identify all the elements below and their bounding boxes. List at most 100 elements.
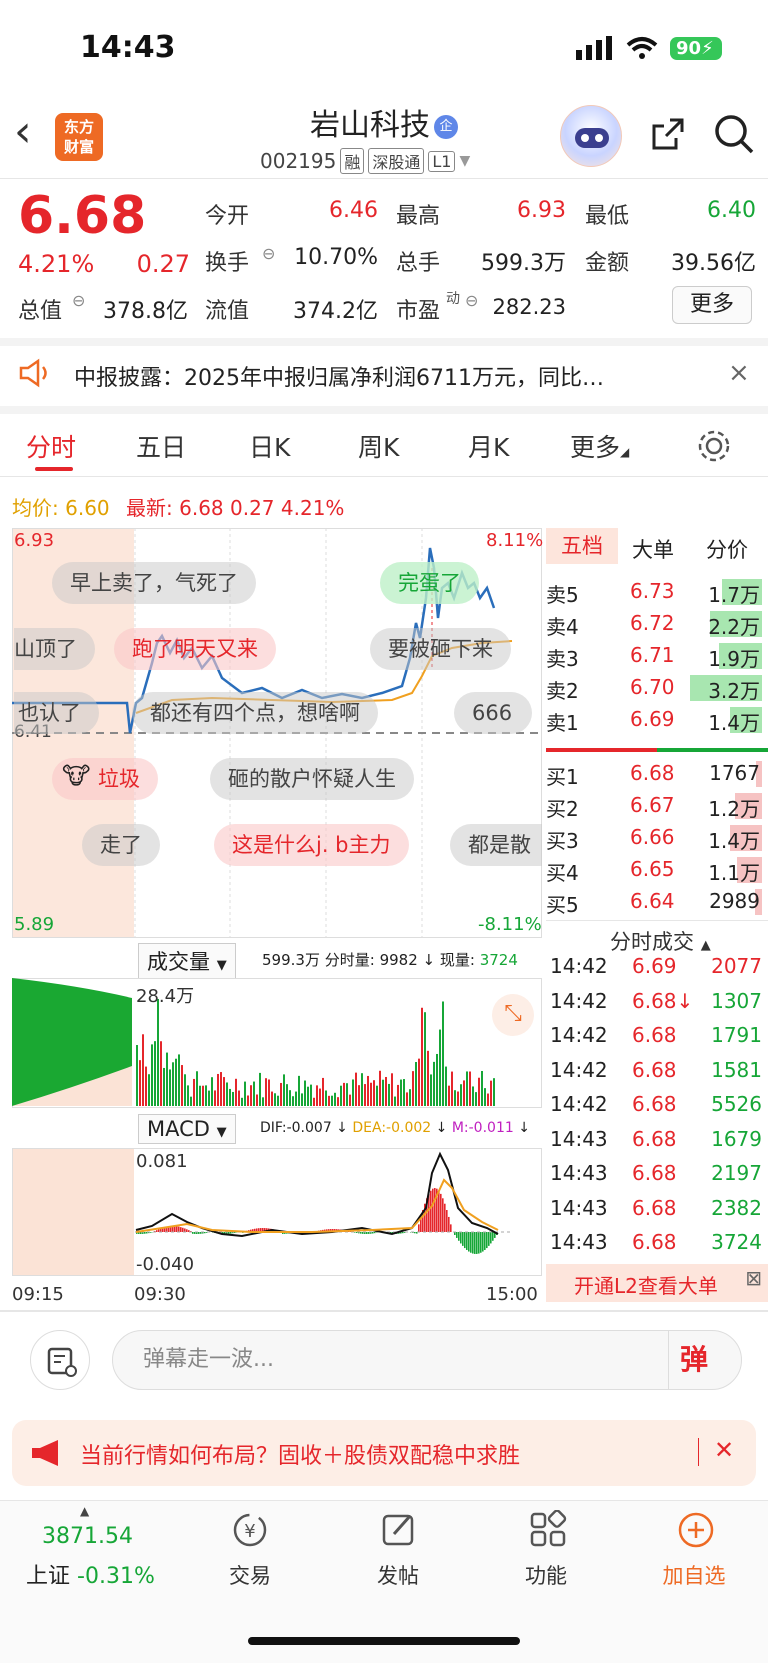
tick-volume: 2077 bbox=[711, 954, 762, 978]
tick-volume: 2382 bbox=[711, 1195, 762, 1220]
nav-add-watchlist[interactable]: 加自选 bbox=[644, 1560, 744, 1590]
danmu-input[interactable]: 弹幕走一波... bbox=[112, 1330, 742, 1390]
danmu-settings-icon[interactable] bbox=[30, 1330, 90, 1390]
stock-subtitle[interactable]: 002195 融 深股通 L1 ▼ bbox=[260, 148, 470, 174]
volume-bar bbox=[391, 1073, 393, 1106]
volume-bar bbox=[412, 1071, 414, 1106]
volume-bar bbox=[433, 1061, 435, 1106]
latest-pct: 4.21% bbox=[280, 496, 345, 520]
danmu-bubble[interactable]: 砸的散户怀疑人生 bbox=[210, 758, 414, 800]
danmu-bubble[interactable]: 山顶了 bbox=[14, 628, 95, 670]
tag-level: L1 bbox=[428, 150, 456, 172]
danmu-bubble[interactable]: 都还有四个点，想啥啊 bbox=[132, 692, 378, 734]
danmu-bubble[interactable]: 666 bbox=[454, 692, 532, 734]
nav-post[interactable]: 发帖 bbox=[348, 1560, 448, 1590]
volume-bar bbox=[367, 1075, 369, 1106]
expand-icon[interactable]: ⤡ bbox=[492, 994, 534, 1036]
indicator-select-macd[interactable]: MACD ▼ bbox=[138, 1114, 236, 1144]
volume-bar bbox=[280, 1082, 282, 1106]
level-label: 卖4 bbox=[546, 615, 579, 639]
notice-text[interactable]: 中报披露：2025年中报归属净利润6711万元，同比… bbox=[74, 360, 604, 392]
info-icon[interactable]: ⊖ bbox=[465, 291, 478, 310]
divider bbox=[0, 1310, 768, 1312]
close-icon[interactable]: ✕ bbox=[714, 1436, 734, 1464]
volume-bar bbox=[382, 1079, 384, 1106]
volume-bar bbox=[136, 1045, 138, 1106]
more-button[interactable]: 更多 bbox=[672, 286, 752, 324]
volume-bar bbox=[478, 1077, 480, 1106]
label-amount: 金额 bbox=[585, 251, 630, 276]
chevron-up-icon[interactable]: ▲ bbox=[80, 1504, 89, 1518]
speaker-icon bbox=[19, 358, 47, 388]
close-icon[interactable]: ⊠ bbox=[745, 1266, 762, 1290]
danmu-bubble[interactable]: 走了 bbox=[82, 824, 160, 866]
volume-bar bbox=[241, 1097, 243, 1106]
danmu-bubble[interactable]: 都是散 bbox=[450, 824, 542, 866]
ticks-title[interactable]: 分时成交 ▲ bbox=[610, 926, 711, 956]
add-watchlist-icon[interactable] bbox=[674, 1510, 718, 1550]
tag-connect: 深股通 bbox=[368, 148, 425, 174]
danmu-bubble[interactable]: 要被砸下来 bbox=[370, 628, 511, 670]
post-icon[interactable] bbox=[378, 1510, 422, 1550]
value-total-cap: 378.8亿 bbox=[103, 299, 188, 324]
tab-big-orders[interactable]: 大单 bbox=[632, 534, 674, 564]
l2-banner[interactable]: 开通L2查看大单 ⊠ bbox=[546, 1264, 768, 1302]
macd-bar bbox=[484, 1232, 486, 1250]
volume-bar bbox=[340, 1085, 342, 1106]
send-danmu-icon[interactable]: 弹 bbox=[680, 1338, 708, 1378]
tab-price-dist[interactable]: 分价 bbox=[706, 534, 748, 564]
danmu-bubble[interactable]: 早上卖了，气死了 bbox=[52, 562, 256, 604]
info-icon[interactable]: ⊖ bbox=[262, 244, 275, 263]
nav-trade[interactable]: 交易 bbox=[200, 1560, 300, 1590]
danmu-bubble[interactable]: 跑了明天又来 bbox=[114, 628, 276, 670]
share-icon[interactable] bbox=[648, 114, 688, 154]
function-icon[interactable] bbox=[526, 1509, 570, 1550]
index-ticker[interactable]: 上证 -0.31% bbox=[26, 1558, 155, 1590]
volume-bar bbox=[346, 1083, 348, 1106]
tab-five-day[interactable]: 五日 bbox=[136, 428, 186, 464]
tab-weekly-k[interactable]: 周K bbox=[358, 428, 399, 464]
close-icon[interactable]: × bbox=[728, 358, 750, 388]
volume-bar bbox=[352, 1079, 354, 1106]
level-label: 卖1 bbox=[546, 711, 579, 735]
chart-high-price: 6.93 bbox=[14, 530, 55, 551]
volume-bar bbox=[154, 1041, 156, 1106]
index-value[interactable]: 3871.54 bbox=[42, 1524, 133, 1549]
tick-time: 14:42 bbox=[550, 1023, 608, 1047]
robot-avatar-icon[interactable] bbox=[560, 105, 622, 167]
danmu-bubble[interactable]: 也认了 bbox=[14, 692, 99, 734]
danmu-bubble[interactable]: 完蛋了 bbox=[380, 562, 479, 604]
enterprise-badge: 企 bbox=[434, 114, 458, 139]
tick-price: 6.68 bbox=[632, 1195, 677, 1220]
trade-icon[interactable]: ¥ bbox=[228, 1510, 272, 1550]
macd-bar bbox=[450, 1224, 452, 1232]
volume-bar bbox=[436, 1053, 438, 1106]
search-icon[interactable] bbox=[712, 112, 756, 156]
stock-name: 岩山科技 bbox=[310, 108, 430, 143]
tab-daily-k[interactable]: 日K bbox=[249, 428, 290, 464]
danmu-bubble[interactable]: 这是什么j. b主力 bbox=[214, 824, 409, 866]
tab-more[interactable]: 更多◢ bbox=[570, 428, 629, 464]
promo-text[interactable]: 当前行情如何布局？固收＋股债双配稳中求胜 bbox=[80, 1438, 520, 1470]
volume-bar bbox=[139, 1060, 141, 1106]
volume-bar bbox=[175, 1058, 177, 1106]
volume-bar bbox=[235, 1078, 237, 1106]
nav-function[interactable]: 功能 bbox=[496, 1560, 596, 1590]
settings-gear-icon[interactable] bbox=[696, 428, 732, 464]
indicator-select-volume[interactable]: 成交量 ▼ bbox=[138, 943, 236, 979]
tab-five-levels[interactable]: 五档 bbox=[546, 528, 618, 564]
tick-time: 14:42 bbox=[550, 988, 608, 1013]
macd-bar bbox=[440, 1193, 442, 1232]
volume-bar bbox=[439, 1029, 441, 1106]
macd-bar bbox=[360, 1232, 362, 1234]
volume-bar bbox=[430, 1074, 432, 1106]
chevron-down-icon[interactable]: ▼ bbox=[459, 153, 470, 169]
ox-avatar-icon: 🐮 bbox=[62, 762, 91, 790]
info-icon[interactable]: ⊖ bbox=[72, 291, 85, 310]
tab-monthly-k[interactable]: 月K bbox=[468, 428, 509, 464]
volume-bar bbox=[172, 1062, 174, 1106]
tab-intraday[interactable]: 分时 bbox=[26, 428, 76, 464]
level-price: 6.69 bbox=[630, 707, 675, 731]
volume-bar bbox=[415, 1062, 417, 1106]
latest-change: 0.27 bbox=[230, 496, 275, 520]
